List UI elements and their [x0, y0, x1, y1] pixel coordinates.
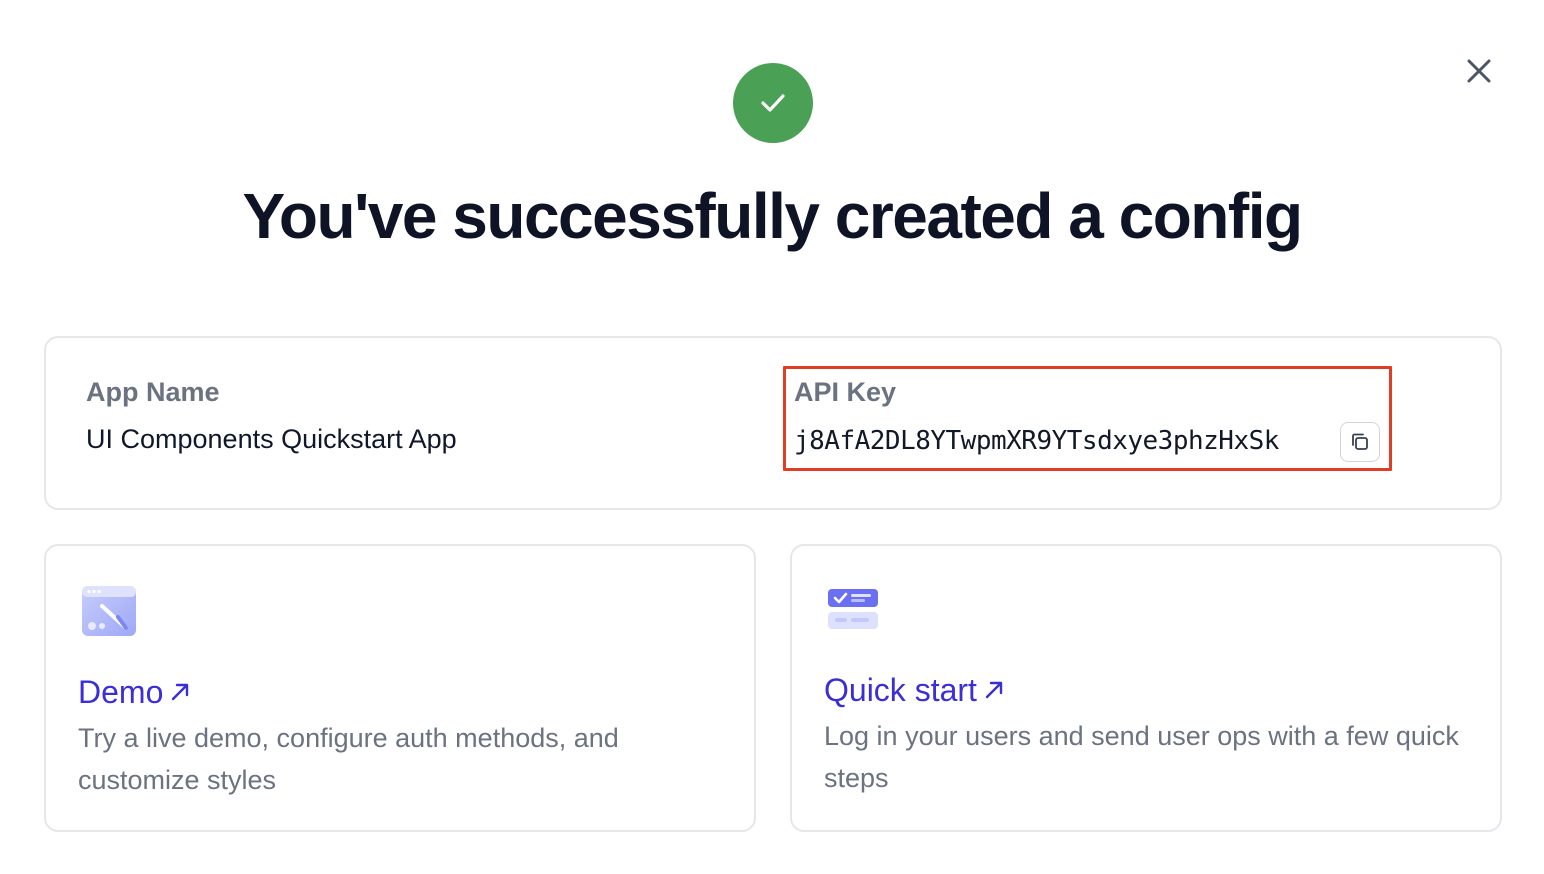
- success-modal: You've successfully created a config App…: [0, 0, 1544, 874]
- external-arrow-icon: [985, 681, 1003, 699]
- quickstart-card[interactable]: Quick start Log in your users and send u…: [790, 544, 1502, 832]
- app-name-label: App Name: [86, 377, 220, 407]
- demo-title: Demo: [78, 674, 164, 710]
- success-badge: [733, 63, 813, 143]
- close-icon: [1467, 59, 1491, 83]
- api-key-label: API Key: [794, 377, 897, 407]
- app-name-value: UI Components Quickstart App: [86, 424, 457, 454]
- quickstart-description: Log in your users and send user ops with…: [824, 721, 1459, 793]
- quickstart-title: Quick start: [824, 672, 977, 708]
- copy-api-key-button[interactable]: [1340, 422, 1380, 462]
- demo-card[interactable]: Demo Try a live demo, configure auth met…: [44, 544, 756, 832]
- demo-link[interactable]: Demo: [78, 672, 191, 712]
- page-title: You've successfully created a config: [242, 180, 1303, 252]
- demo-description: Try a live demo, configure auth methods,…: [78, 723, 619, 795]
- quickstart-link[interactable]: Quick start: [824, 670, 1005, 710]
- close-button[interactable]: [1460, 52, 1498, 90]
- external-arrow-icon: [172, 683, 189, 701]
- checklist-icon: [826, 586, 880, 637]
- copy-icon: [1352, 433, 1368, 450]
- check-icon: [761, 94, 785, 112]
- api-key-value[interactable]: j8AfA2DL8YTwpmXR9YTsdxye3phzHxSk: [794, 424, 1279, 458]
- demo-window-brush-icon: [80, 584, 138, 643]
- config-details-card: App Name UI Components Quickstart App AP…: [44, 336, 1502, 510]
